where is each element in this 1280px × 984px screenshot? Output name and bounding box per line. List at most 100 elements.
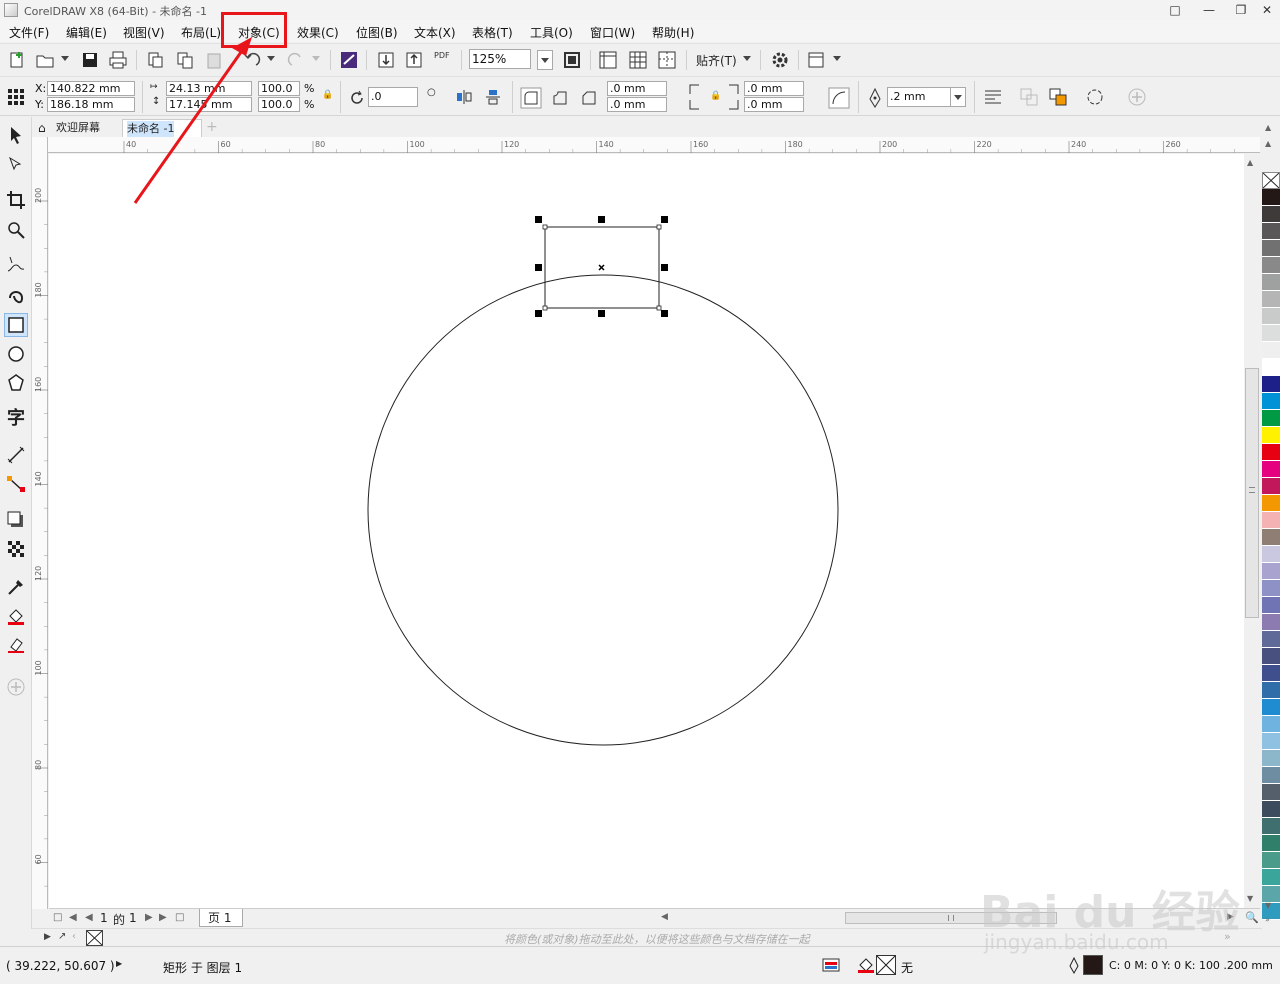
open-folder-icon[interactable] bbox=[35, 50, 55, 70]
palette-swatch[interactable] bbox=[1262, 444, 1280, 461]
launcher-dropdown-icon[interactable] bbox=[833, 56, 841, 61]
corner-radius-bottom-right-input[interactable]: .0 mm bbox=[744, 97, 804, 112]
palette-swatch[interactable] bbox=[1262, 376, 1280, 393]
palette-swatch[interactable] bbox=[1262, 393, 1280, 410]
palette-swatch[interactable] bbox=[1262, 529, 1280, 546]
gear-icon[interactable] bbox=[770, 50, 790, 70]
palette-swatch[interactable] bbox=[1262, 767, 1280, 784]
drawing-canvas[interactable] bbox=[49, 154, 1244, 908]
polygon-tool-icon[interactable] bbox=[6, 373, 26, 393]
print-icon[interactable] bbox=[108, 50, 128, 70]
palette-swatch[interactable] bbox=[1262, 801, 1280, 818]
width-input[interactable]: 24.13 mm bbox=[166, 81, 252, 96]
show-rulers-icon[interactable] bbox=[598, 50, 618, 70]
palette-swatch[interactable] bbox=[1262, 699, 1280, 716]
menu-text[interactable]: 文本(X) bbox=[414, 24, 456, 41]
convert-to-curves-icon[interactable] bbox=[1048, 87, 1068, 107]
menu-effects[interactable]: 效果(C) bbox=[297, 24, 339, 41]
scroll-up-icon[interactable]: ▲ bbox=[1247, 158, 1257, 167]
connector-tool-icon[interactable] bbox=[6, 474, 26, 494]
drop-shadow-tool-icon[interactable] bbox=[6, 510, 26, 530]
eyedropper-tool-icon[interactable] bbox=[6, 577, 26, 597]
height-input[interactable]: 17.145 mm bbox=[166, 97, 252, 112]
ellipse-tool-icon[interactable] bbox=[6, 344, 26, 364]
page-tab[interactable]: 页 1 bbox=[199, 909, 243, 927]
palette-swatch[interactable] bbox=[1262, 342, 1280, 359]
palette-swatch[interactable] bbox=[1262, 648, 1280, 665]
vertical-scrollbar[interactable]: ▲ ▼ bbox=[1244, 154, 1260, 908]
scalloped-corner-icon[interactable] bbox=[549, 87, 571, 109]
horizontal-ruler[interactable]: 40 60 80 100 120 140 160 180 200 220 240 260 bbox=[48, 137, 1260, 153]
add-page-before-icon[interactable]: □ bbox=[53, 912, 62, 923]
fill-swatch[interactable] bbox=[876, 955, 896, 975]
combine-icon[interactable] bbox=[1019, 87, 1039, 107]
corner-selectors-icon[interactable] bbox=[688, 82, 702, 112]
smart-fill-tool-icon[interactable] bbox=[6, 635, 26, 655]
palette-swatch[interactable] bbox=[1262, 427, 1280, 444]
doc-no-color-swatch[interactable] bbox=[86, 930, 103, 946]
zoom-dropdown[interactable] bbox=[537, 50, 553, 70]
palette-swatch[interactable] bbox=[1262, 240, 1280, 257]
account-icon[interactable]: □ bbox=[1160, 1, 1190, 19]
y-position-input[interactable]: 186.18 mm bbox=[47, 97, 135, 112]
freehand-tool-icon[interactable] bbox=[6, 255, 26, 275]
publish-pdf-icon[interactable]: PDF bbox=[434, 51, 450, 60]
paste-icon[interactable] bbox=[204, 50, 224, 70]
palette-swatch[interactable] bbox=[1262, 461, 1280, 478]
vertical-scroll-thumb[interactable] bbox=[1245, 368, 1259, 618]
corner-radius-top-left-input[interactable]: .0 mm bbox=[607, 81, 667, 96]
cut-icon[interactable] bbox=[145, 50, 165, 70]
vertical-ruler[interactable]: 200 180 160 140 120 100 80 60 bbox=[32, 137, 48, 909]
search-content-icon[interactable] bbox=[339, 50, 359, 70]
corner-radius-top-right-input[interactable]: .0 mm bbox=[744, 81, 804, 96]
new-document-icon[interactable] bbox=[7, 50, 27, 70]
document-palette-scroll-icon[interactable]: ‹ bbox=[72, 931, 76, 942]
palette-swatch[interactable] bbox=[1262, 325, 1280, 342]
center-mark-icon[interactable] bbox=[598, 264, 605, 271]
palette-swatch[interactable] bbox=[1262, 495, 1280, 512]
palette-down-icon[interactable]: ▼ bbox=[1265, 901, 1271, 910]
previous-page-icon[interactable]: ◀ bbox=[85, 912, 93, 923]
status-expand-icon[interactable]: ▶ bbox=[116, 959, 122, 968]
zoom-level-input[interactable]: 125% bbox=[469, 49, 531, 69]
palette-swatch[interactable] bbox=[1262, 631, 1280, 648]
palette-swatch[interactable] bbox=[1262, 733, 1280, 750]
corner-radius-bottom-left-input[interactable]: .0 mm bbox=[607, 97, 667, 112]
menu-file[interactable]: 文件(F) bbox=[9, 24, 49, 41]
palette-swatch[interactable] bbox=[1262, 852, 1280, 869]
wrap-text-icon[interactable] bbox=[983, 87, 1003, 107]
application-launcher-icon[interactable] bbox=[806, 50, 826, 70]
scale-y-input[interactable]: 100.0 bbox=[258, 97, 300, 112]
menu-bitmaps[interactable]: 位图(B) bbox=[356, 24, 398, 41]
lock-ratio-icon[interactable]: 🔒 bbox=[322, 90, 333, 100]
palette-swatch[interactable] bbox=[1262, 189, 1280, 206]
palette-swatch[interactable] bbox=[1262, 546, 1280, 563]
convert-curves-icon[interactable] bbox=[1085, 87, 1105, 107]
palette-swatch[interactable] bbox=[1262, 563, 1280, 580]
chamfered-corner-icon[interactable] bbox=[578, 87, 600, 109]
interactive-fill-tool-icon[interactable] bbox=[6, 606, 26, 626]
mirror-vertical-icon[interactable] bbox=[484, 88, 502, 106]
new-tab-button[interactable]: + bbox=[202, 119, 218, 137]
copy-icon[interactable] bbox=[175, 50, 195, 70]
artistic-media-tool-icon[interactable] bbox=[6, 284, 26, 304]
menu-tools[interactable]: 工具(O) bbox=[530, 24, 573, 41]
outline-color-swatch[interactable] bbox=[1083, 955, 1103, 975]
palette-swatch[interactable] bbox=[1262, 614, 1280, 631]
palette-swatch[interactable] bbox=[1262, 512, 1280, 529]
palette-swatch[interactable] bbox=[1262, 835, 1280, 852]
export-icon[interactable] bbox=[404, 50, 424, 70]
no-color-swatch[interactable] bbox=[1262, 172, 1280, 189]
tab-document[interactable]: 未命名 -1 bbox=[122, 119, 202, 137]
next-page-icon[interactable]: ▶ bbox=[145, 912, 153, 923]
palette-swatch[interactable] bbox=[1262, 818, 1280, 835]
outline-pen-status-icon[interactable] bbox=[1068, 957, 1080, 975]
menu-help[interactable]: 帮助(H) bbox=[652, 24, 694, 41]
mirror-horizontal-icon[interactable] bbox=[455, 88, 473, 106]
palette-scroll-up-icon[interactable]: ▲ bbox=[1265, 123, 1271, 132]
add-icon[interactable] bbox=[1127, 87, 1147, 107]
undo-dropdown-icon[interactable] bbox=[267, 56, 275, 61]
palette-swatch[interactable] bbox=[1262, 206, 1280, 223]
text-tool-icon[interactable]: 字 bbox=[6, 409, 26, 429]
outline-width-dropdown[interactable] bbox=[950, 87, 966, 107]
